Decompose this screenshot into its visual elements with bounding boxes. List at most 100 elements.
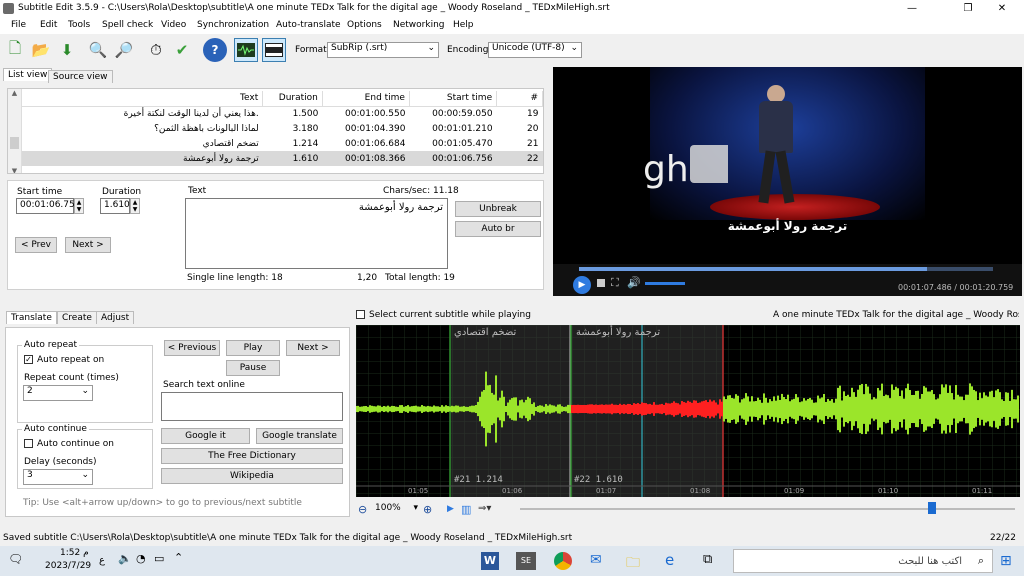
play-selection-icon[interactable]: ▶ [447, 504, 454, 514]
edge-icon[interactable]: e [665, 551, 674, 569]
scroll-up-icon[interactable]: ▲ [8, 89, 21, 97]
visual-sync-icon[interactable]: ⏱ [144, 38, 168, 62]
menu-file[interactable]: File [11, 20, 26, 30]
notification-icon[interactable]: 🗨 [8, 552, 23, 566]
repeat-count-select[interactable]: 2 ⌄ [23, 385, 93, 401]
menu-edit[interactable]: Edit [40, 20, 57, 30]
help-icon[interactable]: ? [203, 38, 227, 62]
task-view-icon[interactable]: ⧉ [703, 552, 712, 567]
next-translate-button[interactable]: Next > [286, 340, 340, 356]
chevron-up-icon[interactable]: ⌃ [174, 551, 183, 564]
pause-button[interactable]: Pause [226, 360, 280, 376]
play-button[interactable]: Play [226, 340, 280, 356]
menu-spell-check[interactable]: Spell check [102, 20, 153, 30]
language-indicator[interactable]: ع [99, 555, 105, 566]
stop-icon[interactable] [597, 279, 605, 287]
table-row[interactable]: لماذا البالونات باهظة الثمن؟ 3.180 00:01… [22, 121, 543, 136]
menu-networking[interactable]: Networking [393, 20, 445, 30]
menu-auto-translate[interactable]: Auto-translate [276, 20, 341, 30]
google-it-button[interactable]: Google it [161, 428, 250, 444]
play-icon[interactable]: ▶ [573, 276, 591, 294]
next-arrow-icon[interactable]: ⇒▾ [478, 503, 491, 514]
prev-button[interactable]: < Prev [15, 237, 57, 253]
tab-translate[interactable]: Translate [6, 311, 57, 324]
table-row[interactable]: هذا يعني أن لدينا الوقت لنكتة أخيرة. 1.5… [22, 106, 543, 121]
menu-options[interactable]: Options [347, 20, 382, 30]
menu-video[interactable]: Video [161, 20, 186, 30]
auto-repeat-checkbox[interactable]: ✓ Auto repeat on [24, 355, 104, 365]
tab-adjust[interactable]: Adjust [96, 311, 135, 324]
zoom-in-icon[interactable]: ⊕ [423, 503, 432, 516]
start-time-spinner[interactable]: ▲ ▼ [74, 198, 84, 214]
col-text[interactable]: Text [22, 91, 264, 107]
new-file-icon[interactable]: 🗋 [3, 38, 27, 62]
save-icon[interactable]: ⬇ [55, 38, 79, 62]
menu-tools[interactable]: Tools [68, 20, 90, 30]
waveform-panel[interactable]: تضخم اقتصادي ترجمة رولا أبوعمشة #21 1.21… [356, 325, 1020, 497]
duration-input[interactable]: 1.610 [100, 198, 130, 214]
taskbar-date[interactable]: 2023/7/29 [45, 561, 91, 571]
video-toggle-icon[interactable] [262, 38, 286, 62]
table-row-selected[interactable]: ترجمة رولا أبوعمشة 1.610 00:01:08.366 00… [22, 151, 543, 166]
chrome-icon[interactable] [554, 552, 572, 570]
wikipedia-button[interactable]: Wikipedia [161, 468, 343, 484]
scroll-thumb[interactable] [10, 137, 19, 149]
volume-slider[interactable] [645, 282, 685, 285]
col-end-time[interactable]: End time [322, 91, 410, 107]
google-translate-button[interactable]: Google translate [256, 428, 343, 444]
search-online-input[interactable] [161, 392, 343, 421]
subtitle-text-area[interactable]: ترجمة رولا أبوعمشة [185, 198, 448, 269]
list-scrollbar[interactable]: ▲ ▼ [8, 89, 22, 173]
auto-continue-checkbox[interactable]: Auto continue on [24, 439, 114, 449]
file-explorer-icon[interactable]: 🗀 [626, 552, 640, 576]
previous-button[interactable]: < Previous [164, 340, 220, 356]
replace-icon[interactable]: 🔎 [112, 38, 136, 62]
encoding-select[interactable]: Unicode (UTF-8) ⌄ [488, 42, 582, 58]
tab-source-view[interactable]: Source view [48, 70, 113, 83]
taskbar-time[interactable]: 1:52 م [60, 548, 89, 558]
free-dictionary-button[interactable]: The Free Dictionary [161, 448, 343, 464]
position-slider-thumb[interactable] [928, 502, 936, 514]
table-row[interactable]: تضخم اقتصادي 1.214 00:01:06.684 00:01:05… [22, 136, 543, 151]
volume-tray-icon[interactable]: 🔈 [118, 552, 132, 565]
menu-synchronization[interactable]: Synchronization [197, 20, 269, 30]
menu-help[interactable]: Help [453, 20, 474, 30]
duration-label: Duration [102, 187, 142, 197]
start-time-input[interactable]: 00:01:06.756 [16, 198, 80, 214]
close-button[interactable]: ✕ [980, 0, 1024, 18]
columns-icon[interactable]: ▥ [461, 503, 471, 516]
next-button[interactable]: Next > [65, 237, 111, 253]
search-icon: ⌕ [977, 554, 984, 567]
spell-check-icon[interactable]: ✔ [170, 38, 194, 62]
mail-icon[interactable]: ✉ [590, 552, 602, 568]
open-folder-icon[interactable]: 📂 [29, 38, 53, 62]
col-duration[interactable]: Duration [262, 91, 323, 107]
volume-icon[interactable]: 🔊 [627, 276, 641, 289]
scroll-down-icon[interactable]: ▼ [8, 167, 21, 173]
minimize-button[interactable]: — [890, 0, 934, 18]
wifi-icon[interactable]: ◔ [136, 552, 146, 565]
auto-br-button[interactable]: Auto br [455, 221, 541, 237]
find-icon[interactable]: 🔍 [86, 38, 110, 62]
position-slider-track[interactable] [520, 508, 1015, 510]
waveform-toggle-icon[interactable] [234, 38, 258, 62]
delay-select[interactable]: 3 ⌄ [23, 469, 93, 485]
fullscreen-icon[interactable]: ⛶ [611, 276, 619, 290]
duration-spinner[interactable]: ▲ ▼ [130, 198, 140, 214]
start-icon[interactable]: ⊞ [1000, 553, 1012, 569]
battery-icon[interactable]: ▭ [154, 552, 164, 565]
format-select[interactable]: SubRip (.srt) ⌄ [327, 42, 439, 58]
zoom-select[interactable]: 100% ▾ [372, 503, 420, 519]
tab-list-view[interactable]: List view [3, 68, 53, 81]
col-start-time[interactable]: Start time [409, 91, 498, 107]
unbreak-button[interactable]: Unbreak [455, 201, 541, 217]
col-number[interactable]: # [496, 91, 543, 107]
zoom-out-icon[interactable]: ⊖ [358, 503, 367, 516]
seek-bar[interactable] [579, 267, 993, 271]
tab-create[interactable]: Create [57, 311, 97, 324]
video-player[interactable]: gh ترجمة رولا أبوعمشة ▶ ⛶ 🔊 00:01:07.486… [553, 67, 1022, 296]
subtitle-edit-taskbar-icon[interactable]: SE [516, 552, 536, 570]
select-current-checkbox[interactable]: Select current subtitle while playing [356, 310, 531, 320]
word-icon[interactable]: W [481, 552, 499, 570]
taskbar-search-box[interactable]: اكتب هنا للبحث ⌕ [733, 549, 993, 573]
